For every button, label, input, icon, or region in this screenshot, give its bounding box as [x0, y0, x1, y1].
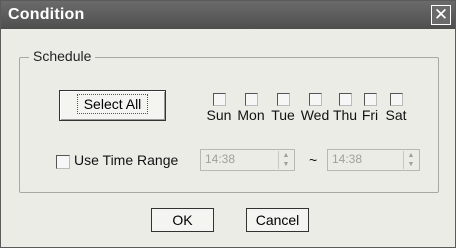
checkbox-box[interactable] [363, 93, 377, 106]
cancel-button[interactable]: Cancel [246, 208, 309, 232]
select-all-label: Select All [76, 94, 149, 114]
day-checkbox-wed[interactable]: Wed [300, 93, 330, 123]
schedule-groupbox [19, 57, 439, 193]
day-checkbox-sat[interactable]: Sat [381, 93, 411, 123]
spin-up-icon[interactable]: ▲ [279, 151, 293, 160]
schedule-group-label: Schedule [29, 48, 96, 64]
spin-up-icon[interactable]: ▲ [404, 151, 418, 160]
range-separator: ~ [309, 152, 318, 168]
spin-down-icon[interactable]: ▼ [279, 160, 293, 169]
day-checkbox-mon[interactable]: Mon [236, 93, 266, 123]
checkbox-box[interactable] [389, 93, 403, 106]
start-time-value: 14:38 [205, 152, 236, 166]
end-time-spin-arrows[interactable]: ▲ ▼ [403, 151, 418, 169]
end-time-spinner[interactable]: 14:38 ▲ ▼ [327, 149, 420, 171]
ok-button[interactable]: OK [151, 208, 214, 232]
start-time-spinner[interactable]: 14:38 ▲ ▼ [200, 149, 295, 171]
checkbox-box[interactable] [276, 93, 290, 106]
title-bar[interactable]: Condition ✕ [1, 1, 455, 29]
end-time-value: 14:38 [332, 152, 363, 166]
checkbox-box[interactable] [308, 93, 322, 106]
select-all-button[interactable]: Select All [59, 90, 166, 121]
use-time-range-checkbox[interactable] [56, 155, 70, 169]
day-checkbox-sun[interactable]: Sun [204, 93, 234, 123]
checkbox-box[interactable] [244, 93, 258, 106]
use-time-range-label: Use Time Range [74, 152, 179, 168]
day-label-sat: Sat [385, 107, 407, 123]
dialog-title: Condition [8, 6, 85, 23]
condition-dialog: Condition ✕ Schedule Select All Sun Mon … [0, 0, 456, 248]
day-checkbox-tue[interactable]: Tue [268, 93, 298, 123]
spin-down-icon[interactable]: ▼ [404, 160, 418, 169]
close-icon[interactable]: ✕ [431, 5, 451, 25]
checkbox-box[interactable] [212, 93, 226, 106]
checkbox-box[interactable] [338, 93, 352, 106]
start-time-spin-arrows[interactable]: ▲ ▼ [278, 151, 293, 169]
